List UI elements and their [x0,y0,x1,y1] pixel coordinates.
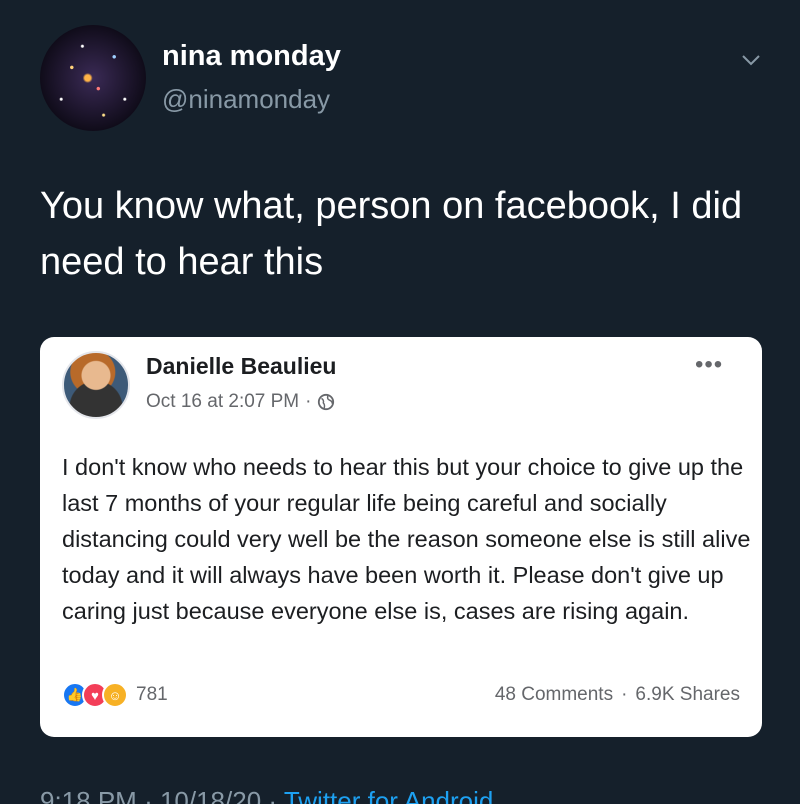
tweet-source-link[interactable]: Twitter for Android [284,786,494,804]
tweet: nina monday @ninamonday You know what, p… [0,0,800,804]
tweet-date: 10/18/20 [159,786,262,804]
engagement-stats: 48 Comments · 6.9K Shares [495,684,740,706]
embedded-facebook-post: Danielle Beaulieu Oct 16 at 2:07 PM · ••… [40,337,762,737]
reactions: 👍 ♥ ☺ 781 [62,682,168,708]
tweet-text: You know what, person on facebook, I did… [40,185,743,283]
separator-dot: · [621,684,628,705]
reaction-count: 781 [136,684,168,705]
globe-icon [318,393,335,411]
shares-count: 6.9K Shares [635,684,740,705]
user-handle[interactable]: @ninamonday [162,84,330,115]
fb-post-footer: 👍 ♥ ☺ 781 48 Comments · 6.9K Shares [62,680,740,710]
tweet-time: 9:18 PM [40,786,137,804]
comments-count: 48 Comments [494,684,614,705]
care-icon: ☺ [102,682,128,708]
fb-post-text: I don't know who needs to hear this but … [62,454,751,624]
user-avatar[interactable] [40,25,146,131]
more-options-icon: ••• [695,351,724,378]
chevron-down-icon[interactable] [739,48,763,72]
fb-author-name: Danielle Beaulieu [146,353,337,379]
tweet-metadata: 9:18 PM · 10/18/20 · Twitter for Android [40,786,493,804]
fb-author-avatar [62,351,130,419]
fb-post-meta: Oct 16 at 2:07 PM · [146,391,335,413]
display-name[interactable]: nina monday [162,40,341,73]
fb-timestamp: Oct 16 at 2:07 PM [146,391,300,412]
separator-dot: · [305,391,312,412]
